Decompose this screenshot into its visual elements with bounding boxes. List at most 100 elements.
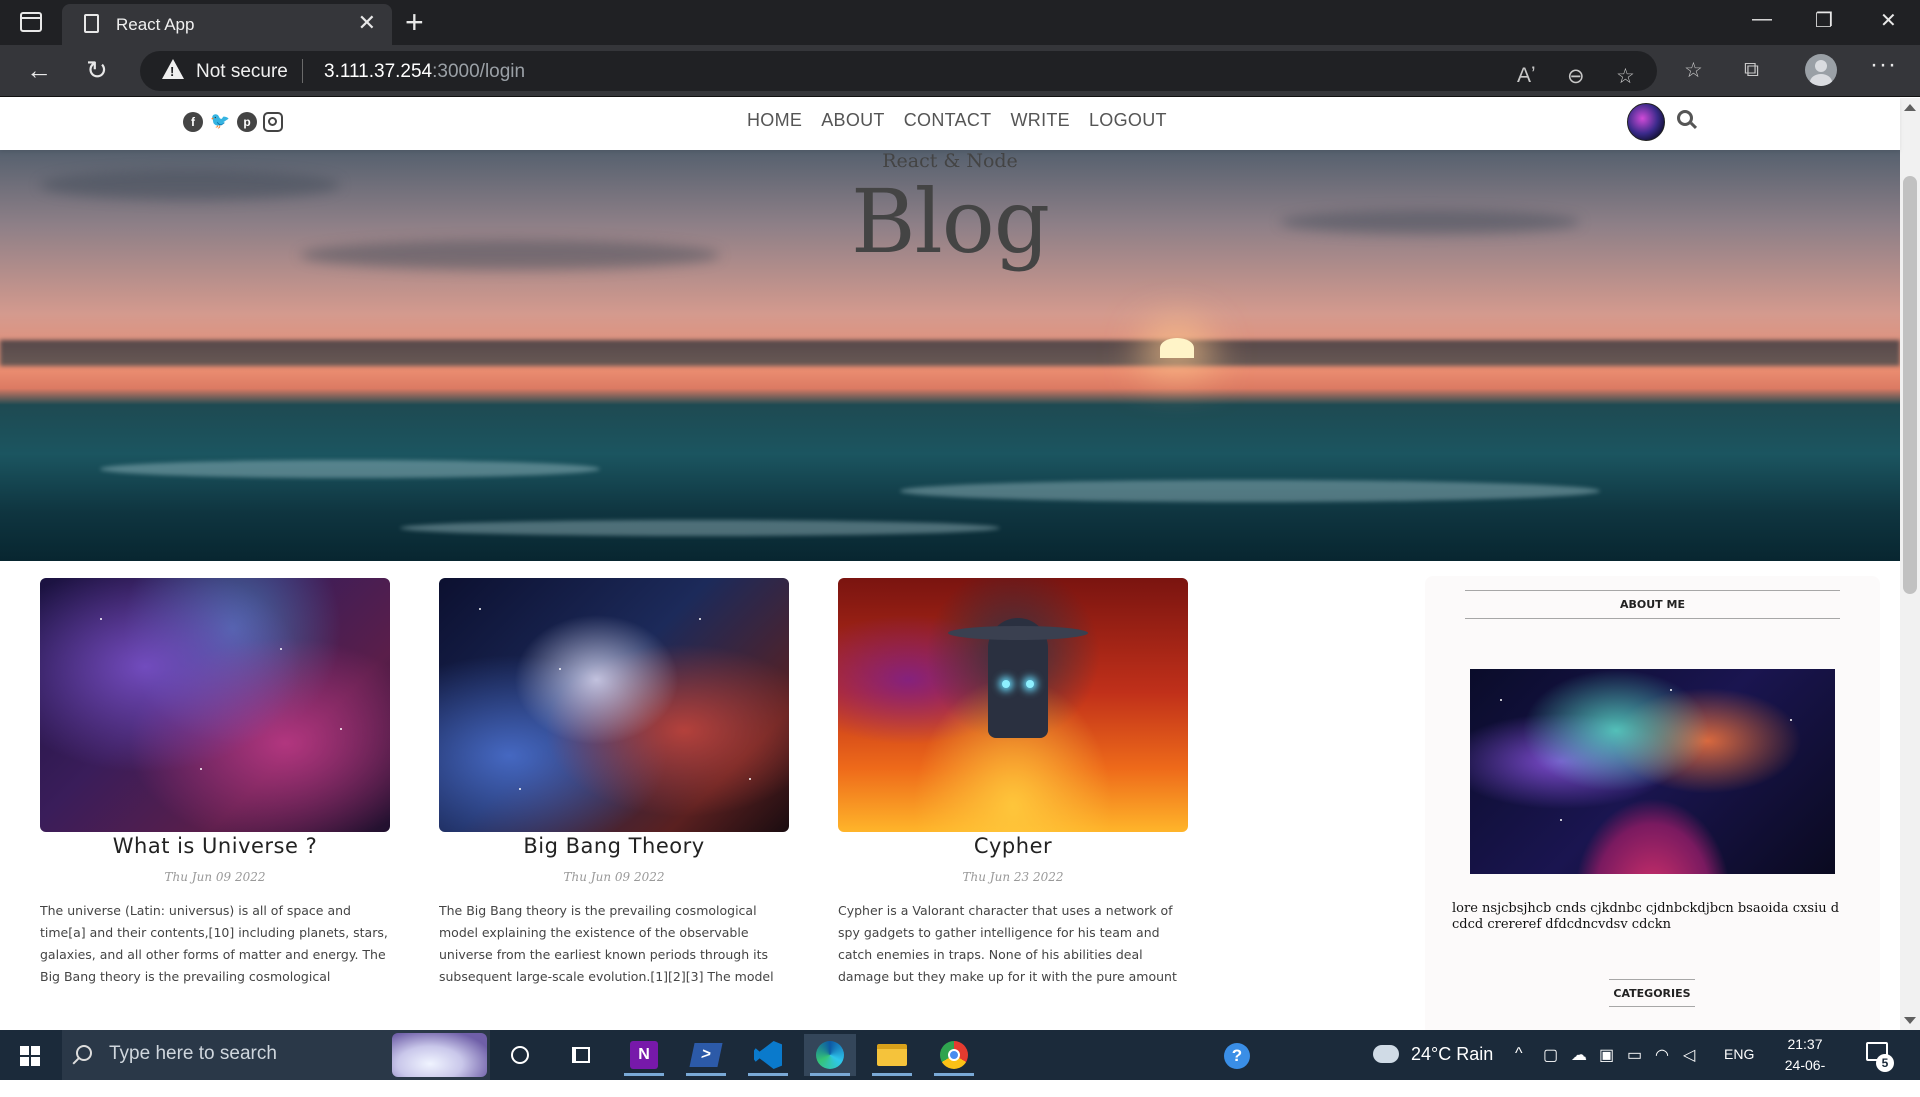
star-dot [479, 608, 481, 610]
close-window-button[interactable]: ✕ [1880, 8, 1897, 33]
clock-date: 24-06-2022 [1784, 1057, 1826, 1094]
battery-icon[interactable]: ▭ [1627, 1045, 1642, 1065]
weather-rain-icon[interactable] [1373, 1045, 1399, 1063]
zoom-out-icon[interactable]: ⊖ [1567, 64, 1585, 89]
favorites-icon[interactable]: ☆ [1684, 58, 1703, 83]
display-icon[interactable]: ▣ [1599, 1045, 1614, 1065]
about-me-text: lore nsjcbsjhcb cnds cjkdnbc cjdnbckdjbc… [1452, 901, 1840, 932]
warning-icon[interactable] [162, 59, 184, 79]
facebook-icon[interactable]: f [183, 112, 203, 132]
star-dot [1560, 819, 1562, 821]
post-title[interactable]: What is Universe ? [40, 834, 390, 858]
scroll-down-arrow-icon[interactable] [1904, 1017, 1916, 1024]
nav-home[interactable]: HOME [747, 110, 802, 131]
post-image[interactable] [439, 578, 789, 832]
tab-actions-icon[interactable] [20, 12, 42, 32]
star-dot [200, 768, 202, 770]
meet-now-icon[interactable]: ▢ [1543, 1045, 1558, 1065]
restore-button[interactable]: ❐ [1815, 8, 1833, 33]
post-description: Cypher is a Valorant character that uses… [838, 903, 1177, 984]
running-indicator [624, 1073, 664, 1076]
profile-icon[interactable] [1805, 54, 1837, 86]
nav-logout[interactable]: LOGOUT [1089, 110, 1167, 131]
taskbar-powershell[interactable]: > [680, 1034, 732, 1076]
page-scrollbar[interactable] [1900, 98, 1920, 1030]
taskbar-search-placeholder: Type here to search [109, 1043, 277, 1064]
star-dot [340, 728, 342, 730]
read-aloud-icon[interactable]: Aʼ [1517, 64, 1536, 88]
taskbar-chrome[interactable] [928, 1034, 980, 1076]
new-tab-button[interactable]: + [405, 4, 424, 41]
horizon-shape [0, 340, 1900, 366]
nav-contact[interactable]: CONTACT [904, 110, 992, 131]
instagram-icon[interactable] [263, 112, 283, 132]
running-indicator [934, 1073, 974, 1076]
post-image[interactable] [838, 578, 1188, 832]
post-title[interactable]: Cypher [838, 834, 1188, 858]
post-image[interactable] [40, 578, 390, 832]
address-bar[interactable]: Not secure 3.111.37.254:3000/login Aʼ ⊖ … [140, 51, 1657, 91]
wifi-icon[interactable]: ◠ [1655, 1045, 1669, 1065]
running-indicator [810, 1073, 850, 1076]
add-favorite-icon[interactable]: ☆ [1616, 64, 1635, 89]
post-card[interactable]: Cypher Thu Jun 23 2022 Cypher is a Valor… [838, 578, 1188, 988]
search-icon[interactable] [1677, 110, 1693, 126]
taskbar-edge[interactable] [804, 1034, 856, 1076]
about-me-image [1470, 669, 1835, 874]
pinterest-icon[interactable]: p [237, 112, 257, 132]
volume-icon[interactable]: ◁ [1683, 1045, 1695, 1065]
scroll-up-arrow-icon[interactable] [1904, 104, 1916, 111]
url-path: :3000/login [432, 61, 526, 82]
help-icon[interactable]: ? [1224, 1043, 1250, 1069]
star-dot [1670, 689, 1672, 691]
folder-icon [877, 1044, 907, 1066]
taskbar-search-box[interactable]: Type here to search [62, 1030, 490, 1080]
tab-react-app[interactable]: React App ✕ [62, 4, 392, 45]
windows-start-icon[interactable] [20, 1046, 40, 1066]
edge-icon [816, 1041, 844, 1069]
star-dot [749, 778, 751, 780]
task-view-button[interactable] [555, 1034, 607, 1076]
star-dot [280, 648, 282, 650]
user-avatar[interactable] [1627, 103, 1665, 141]
weather-text[interactable]: 24°C Rain [1411, 1044, 1493, 1065]
twitter-icon[interactable]: 🐦 [210, 112, 230, 132]
post-card[interactable]: What is Universe ? Thu Jun 09 2022 The u… [40, 578, 390, 988]
taskbar-file-explorer[interactable] [866, 1034, 918, 1076]
collections-icon[interactable]: ⧉ [1744, 58, 1759, 82]
nav-menu: HOME ABOUT CONTACT WRITE LOGOUT [747, 110, 1167, 131]
hero-header: React & Node Blog [0, 150, 1900, 561]
character-figure [948, 618, 1088, 738]
chevron-up-icon[interactable]: ^ [1515, 1045, 1523, 1063]
clock-time: 21:37 [1787, 1036, 1823, 1052]
tab-close-button[interactable]: ✕ [358, 10, 376, 36]
search-highlight-image[interactable] [392, 1033, 487, 1077]
taskbar-onenote[interactable]: N [618, 1034, 670, 1076]
back-icon[interactable]: ← [26, 55, 52, 86]
language-indicator[interactable]: ENG [1724, 1046, 1754, 1062]
scroll-thumb[interactable] [1903, 176, 1917, 594]
onedrive-icon[interactable]: ☁ [1571, 1045, 1587, 1065]
security-label[interactable]: Not secure [196, 61, 288, 83]
nav-about[interactable]: ABOUT [821, 110, 885, 131]
more-menu-icon[interactable]: ··· [1870, 51, 1897, 79]
sidebar: ABOUT ME lore nsjcbsjhcb cnds cjkdnbc cj… [1425, 576, 1880, 1030]
nav-write[interactable]: WRITE [1010, 110, 1070, 131]
page-viewport: f 🐦 p HOME ABOUT CONTACT WRITE LOGOUT Re… [0, 98, 1920, 1030]
cortana-button[interactable] [494, 1034, 546, 1076]
glowing-eye [1002, 680, 1010, 688]
post-description: The Big Bang theory is the prevailing co… [439, 903, 774, 984]
url-host: 3.111.37.254 [324, 61, 433, 82]
taskbar-vscode[interactable] [742, 1034, 794, 1076]
running-indicator [748, 1073, 788, 1076]
task-view-icon [572, 1047, 590, 1063]
reload-icon[interactable]: ↻ [86, 55, 108, 86]
minimize-button[interactable]: — [1752, 8, 1772, 31]
url-text[interactable]: 3.111.37.254:3000/login [324, 61, 525, 83]
post-title[interactable]: Big Bang Theory [439, 834, 789, 858]
browser-toolbar: ← ↻ Not secure 3.111.37.254:3000/login A… [0, 45, 1920, 97]
star-dot [1500, 699, 1502, 701]
glowing-eye [1026, 680, 1034, 688]
post-card[interactable]: Big Bang Theory Thu Jun 09 2022 The Big … [439, 578, 789, 988]
taskbar-clock[interactable]: 21:37 24-06-2022 [1770, 1034, 1840, 1097]
